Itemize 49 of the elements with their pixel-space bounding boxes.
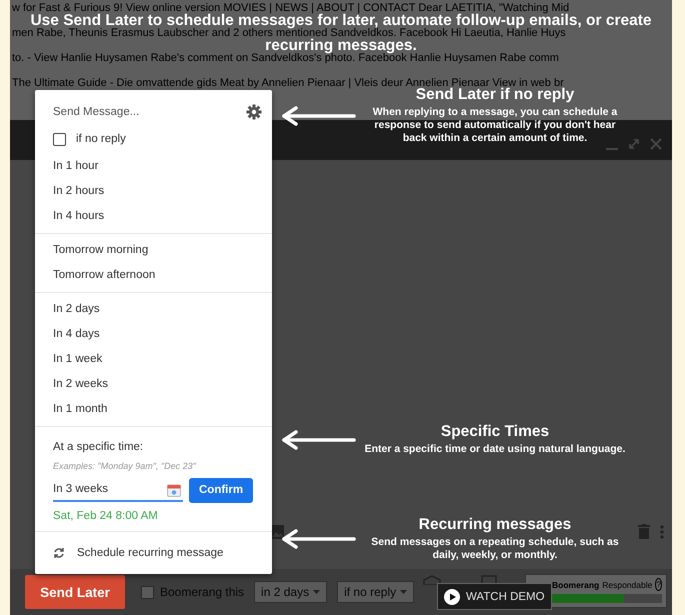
annotation-text: When replying to a message, you can schedule a response to send automatically if you don't hear back within a certain amount of time. [372, 106, 618, 145]
menu-item[interactable]: In 1 month [35, 397, 126, 422]
annotation-title: Specific Times [440, 423, 550, 441]
checkbox-label: if no reply [76, 133, 126, 145]
trash-icon [638, 524, 650, 539]
menu-item[interactable]: In 2 weeks [35, 372, 126, 397]
close-icon [650, 138, 662, 150]
watch-demo-button[interactable]: WATCH DEMO [437, 583, 552, 610]
checkbox[interactable] [141, 586, 154, 598]
arrow-icon [280, 529, 356, 549]
settings-icon[interactable] [246, 104, 262, 120]
background-text-line: w for Fast & Furious 9! View online version MOVIES | NEWS | ABOUT | CONTACT Dear LAETITIA, "Watching Mid [12, 3, 570, 14]
panel-brand: Boomerang [552, 580, 600, 590]
annotation-title: Recurring messages [418, 516, 572, 534]
menu-item[interactable]: In 1 hour [35, 154, 116, 179]
menu-item[interactable]: Tomorrow afternoon [35, 263, 174, 288]
confirm-button[interactable]: Confirm [189, 478, 254, 502]
menu-item[interactable]: In 2 days [35, 297, 118, 322]
hint-text: Examples: "Monday 9am", "Dec 23" [52, 460, 197, 473]
refresh-icon [53, 547, 65, 559]
more-icon [660, 525, 664, 539]
caret-icon [400, 590, 408, 594]
menu-item[interactable]: In 4 days [35, 322, 118, 347]
box-icon [423, 575, 441, 585]
overlay-title-line: Use Send Later to schedule messages for later, automate follow-up emails, or create [30, 14, 652, 28]
section-label: At a specific time: [52, 440, 144, 455]
menu-item[interactable]: In 1 week [35, 347, 120, 372]
background-text-line: to. - View Hanlie Huysamen Rabe's comment on Sandveldkos's photo. Facebook Hanlie Huysamen Rabe comm [12, 53, 559, 64]
overlay-title-line: recurring messages. [265, 39, 417, 53]
menu-title: Send Message... [53, 106, 140, 118]
parsed-date-text: Sat, Feb 24 8:00 AM [52, 509, 159, 524]
caret-icon [313, 590, 320, 594]
background-text-line: The Ultimate Guide - Die omvattende gids Meat by Annelien Pienaar | Vleis deur Annelien Pienaar View in web br [12, 78, 564, 89]
minimize-icon [606, 148, 618, 150]
arrow-icon [280, 106, 356, 126]
annotation-title: Send Later if no reply [416, 86, 574, 104]
checkbox[interactable] [53, 132, 66, 146]
annotation-text: Send messages on a repeating schedule, such as daily, weekly, or monthly. [370, 536, 620, 562]
background-text-line: men Rabe, Theunis Erasmus Laubscher and 2 others mentioned Sandveldkos. Facebook Hi Laeutia, Hanlie Huys [12, 28, 566, 39]
panel-title: Respondable [602, 580, 652, 590]
play-icon [444, 588, 460, 604]
menu-item[interactable]: Schedule recurring message [77, 547, 224, 559]
send-later-button[interactable]: Send Later [25, 575, 125, 609]
arrow-icon [280, 430, 356, 450]
menu-item[interactable]: Tomorrow morning [35, 238, 166, 263]
expand-icon [628, 138, 640, 150]
annotation-text: Enter a specific time or date using natural language. [364, 443, 626, 456]
menu-item[interactable]: In 2 hours [35, 179, 122, 204]
menu-item[interactable]: In 4 hours [35, 204, 122, 229]
